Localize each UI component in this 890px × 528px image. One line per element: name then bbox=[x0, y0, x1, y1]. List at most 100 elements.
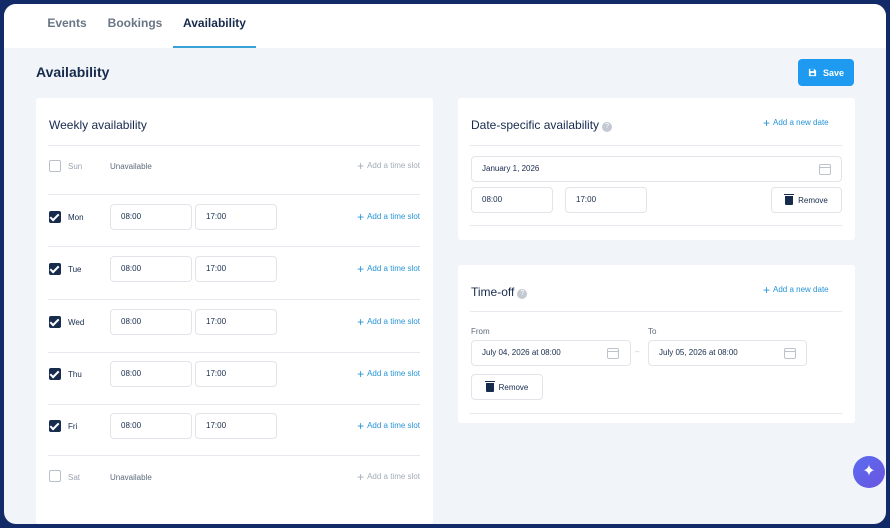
add-new-date-label: Add a new date bbox=[773, 118, 829, 127]
save-button[interactable]: Save bbox=[798, 59, 854, 86]
add-time-slot-label: Add a time slot bbox=[367, 264, 420, 273]
add-time-slot-button[interactable]: + Add a time slot bbox=[357, 366, 420, 381]
add-time-slot-label: Add a time slot bbox=[367, 421, 420, 430]
day-label: Mon bbox=[68, 213, 84, 222]
sat-checkbox[interactable] bbox=[49, 470, 61, 482]
add-new-date-label: Add a new date bbox=[773, 285, 829, 294]
start-time-field[interactable]: 08:00 bbox=[110, 413, 192, 439]
start-time-field[interactable]: 08:00 bbox=[110, 309, 192, 335]
tab-availability[interactable]: Availability bbox=[173, 16, 256, 48]
plus-icon: + bbox=[357, 418, 365, 433]
plus-icon: + bbox=[763, 115, 771, 130]
date-specific-title-text: Date-specific availability bbox=[471, 118, 600, 132]
add-new-date-button[interactable]: + Add a new date bbox=[763, 282, 829, 297]
add-time-slot-button[interactable]: + Add a time slot bbox=[357, 314, 420, 329]
day-label: Tue bbox=[68, 265, 82, 274]
end-time-field[interactable]: 17:00 bbox=[195, 413, 277, 439]
from-label: From bbox=[471, 327, 490, 336]
start-time-field[interactable]: 08:00 bbox=[110, 256, 192, 282]
day-row-fri: Fri 08:00 17:00 + Add a time slot bbox=[48, 404, 420, 456]
remove-label: Remove bbox=[798, 195, 828, 205]
add-time-slot-label: Add a time slot bbox=[367, 369, 420, 378]
plus-icon: + bbox=[357, 366, 365, 381]
trash-icon bbox=[484, 380, 495, 392]
day-label: Fri bbox=[68, 422, 78, 431]
date-field-value: January 1, 2026 bbox=[482, 164, 540, 173]
add-time-slot-button[interactable]: + Add a time slot bbox=[357, 158, 420, 173]
help-icon[interactable]: ? bbox=[602, 122, 613, 132]
add-time-slot-button[interactable]: + Add a time slot bbox=[357, 418, 420, 433]
range-separator: – bbox=[635, 347, 640, 356]
add-time-slot-label: Add a time slot bbox=[367, 317, 420, 326]
add-time-slot-button[interactable]: + Add a time slot bbox=[357, 261, 420, 276]
sun-checkbox[interactable] bbox=[49, 160, 61, 172]
save-button-label: Save bbox=[822, 67, 845, 78]
unavailable-label: Unavailable bbox=[110, 162, 152, 171]
day-row-thu: Thu 08:00 17:00 + Add a time slot bbox=[48, 352, 420, 405]
divider bbox=[48, 455, 420, 456]
day-label: Thu bbox=[68, 370, 82, 379]
tab-events[interactable]: Events bbox=[40, 16, 94, 48]
day-row-wed: Wed 08:00 17:00 + Add a time slot bbox=[48, 300, 420, 353]
page-title: Availability bbox=[36, 64, 110, 80]
day-row-sat: Sat Unavailable + Add a time slot bbox=[48, 459, 420, 510]
calendar-icon[interactable] bbox=[607, 348, 619, 359]
from-datetime-value: July 04, 2026 at 08:00 bbox=[482, 348, 561, 357]
start-time-field[interactable]: 08:00 bbox=[110, 361, 192, 387]
add-time-slot-button[interactable]: + Add a time slot bbox=[357, 209, 420, 224]
plus-icon: + bbox=[763, 282, 771, 297]
remove-button[interactable]: Remove bbox=[771, 187, 842, 213]
start-time-field[interactable]: 08:00 bbox=[471, 187, 553, 213]
time-off-card: Time-off? + Add a new date From To July 0… bbox=[458, 265, 855, 423]
add-time-slot-label: Add a time slot bbox=[367, 161, 420, 170]
weekly-availability-title: Weekly availability bbox=[49, 118, 147, 132]
end-time-field[interactable]: 17:00 bbox=[565, 187, 647, 213]
plus-icon: + bbox=[357, 261, 365, 276]
unavailable-label: Unavailable bbox=[110, 473, 152, 482]
tue-checkbox[interactable] bbox=[49, 263, 61, 275]
date-field[interactable]: January 1, 2026 bbox=[471, 156, 842, 182]
start-time-field[interactable]: 08:00 bbox=[110, 204, 192, 230]
remove-button[interactable]: Remove bbox=[471, 374, 543, 400]
add-time-slot-button[interactable]: + Add a time slot bbox=[357, 469, 420, 484]
sparkle-icon[interactable]: ✦ bbox=[853, 456, 885, 488]
day-label: Sat bbox=[68, 473, 81, 482]
add-time-slot-label: Add a time slot bbox=[367, 472, 420, 481]
date-specific-card: Date-specific availability? + Add a new d… bbox=[458, 98, 855, 240]
plus-icon: + bbox=[357, 469, 365, 484]
divider bbox=[470, 225, 842, 226]
remove-label: Remove bbox=[498, 382, 529, 392]
day-row-tue: Tue 08:00 17:00 + Add a time slot bbox=[48, 247, 420, 300]
add-time-slot-label: Add a time slot bbox=[367, 212, 420, 221]
end-time-field[interactable]: 17:00 bbox=[195, 309, 277, 335]
day-row-mon: Mon 08:00 17:00 + Add a time slot bbox=[48, 195, 420, 247]
end-time-field[interactable]: 17:00 bbox=[195, 361, 277, 387]
end-time-field[interactable]: 17:00 bbox=[195, 256, 277, 282]
app-window: Events Bookings Availability Availabilit… bbox=[4, 4, 886, 524]
mon-checkbox[interactable] bbox=[49, 211, 61, 223]
add-new-date-button[interactable]: + Add a new date bbox=[763, 115, 829, 130]
to-label: To bbox=[648, 327, 657, 336]
divider bbox=[470, 145, 842, 146]
day-label: Sun bbox=[68, 162, 83, 171]
day-label: Wed bbox=[68, 318, 85, 327]
calendar-icon[interactable] bbox=[784, 348, 796, 359]
to-datetime-value: July 05, 2026 at 08:00 bbox=[659, 348, 738, 357]
floppy-disk-icon bbox=[808, 68, 817, 77]
day-row-sun: Sun Unavailable + Add a time slot bbox=[48, 147, 420, 198]
thu-checkbox[interactable] bbox=[49, 368, 61, 380]
wed-checkbox[interactable] bbox=[49, 316, 61, 328]
help-icon[interactable]: ? bbox=[517, 289, 528, 299]
fri-checkbox[interactable] bbox=[49, 420, 61, 432]
divider bbox=[48, 145, 420, 146]
plus-icon: + bbox=[357, 314, 365, 329]
time-off-title-text: Time-off bbox=[471, 285, 515, 299]
calendar-icon[interactable] bbox=[819, 164, 831, 175]
divider bbox=[470, 311, 842, 312]
end-time-field[interactable]: 17:00 bbox=[195, 204, 277, 230]
divider bbox=[470, 413, 842, 414]
plus-icon: + bbox=[357, 158, 365, 173]
time-off-title: Time-off? bbox=[471, 285, 528, 299]
plus-icon: + bbox=[357, 209, 365, 224]
tab-bookings[interactable]: Bookings bbox=[104, 16, 166, 48]
